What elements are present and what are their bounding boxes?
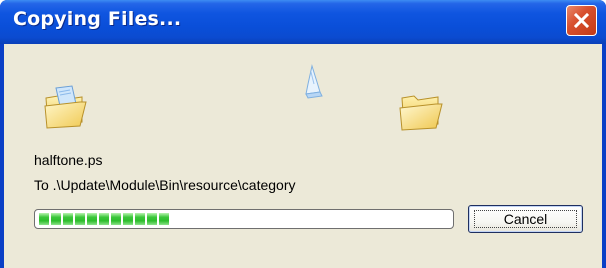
copy-dialog: Copying Files... halftone.ps To .\Update… bbox=[0, 0, 606, 268]
progress-block bbox=[99, 213, 109, 225]
progress-bar bbox=[34, 209, 454, 229]
folder-with-document-icon bbox=[44, 85, 87, 129]
folder-icon bbox=[399, 95, 443, 131]
progress-block bbox=[123, 213, 133, 225]
progress-block bbox=[159, 213, 169, 225]
title-bar[interactable]: Copying Files... bbox=[0, 0, 606, 44]
progress-block bbox=[63, 213, 73, 225]
progress-block bbox=[75, 213, 85, 225]
progress-block bbox=[111, 213, 121, 225]
close-button[interactable] bbox=[566, 5, 597, 36]
file-name-label: halftone.ps bbox=[34, 152, 103, 168]
dialog-title: Copying Files... bbox=[13, 8, 182, 30]
flying-document-icon bbox=[305, 64, 323, 99]
progress-fill bbox=[39, 213, 169, 225]
progress-block bbox=[147, 213, 157, 225]
cancel-button-label: Cancel bbox=[503, 211, 548, 227]
destination-path-label: To .\Update\Module\Bin\resource\category bbox=[34, 177, 296, 193]
close-icon bbox=[573, 12, 590, 29]
progress-block bbox=[51, 213, 61, 225]
progress-block bbox=[135, 213, 145, 225]
cancel-button[interactable]: Cancel bbox=[468, 205, 583, 233]
dialog-body: halftone.ps To .\Update\Module\Bin\resou… bbox=[4, 44, 602, 268]
progress-block bbox=[39, 213, 49, 225]
progress-block bbox=[87, 213, 97, 225]
